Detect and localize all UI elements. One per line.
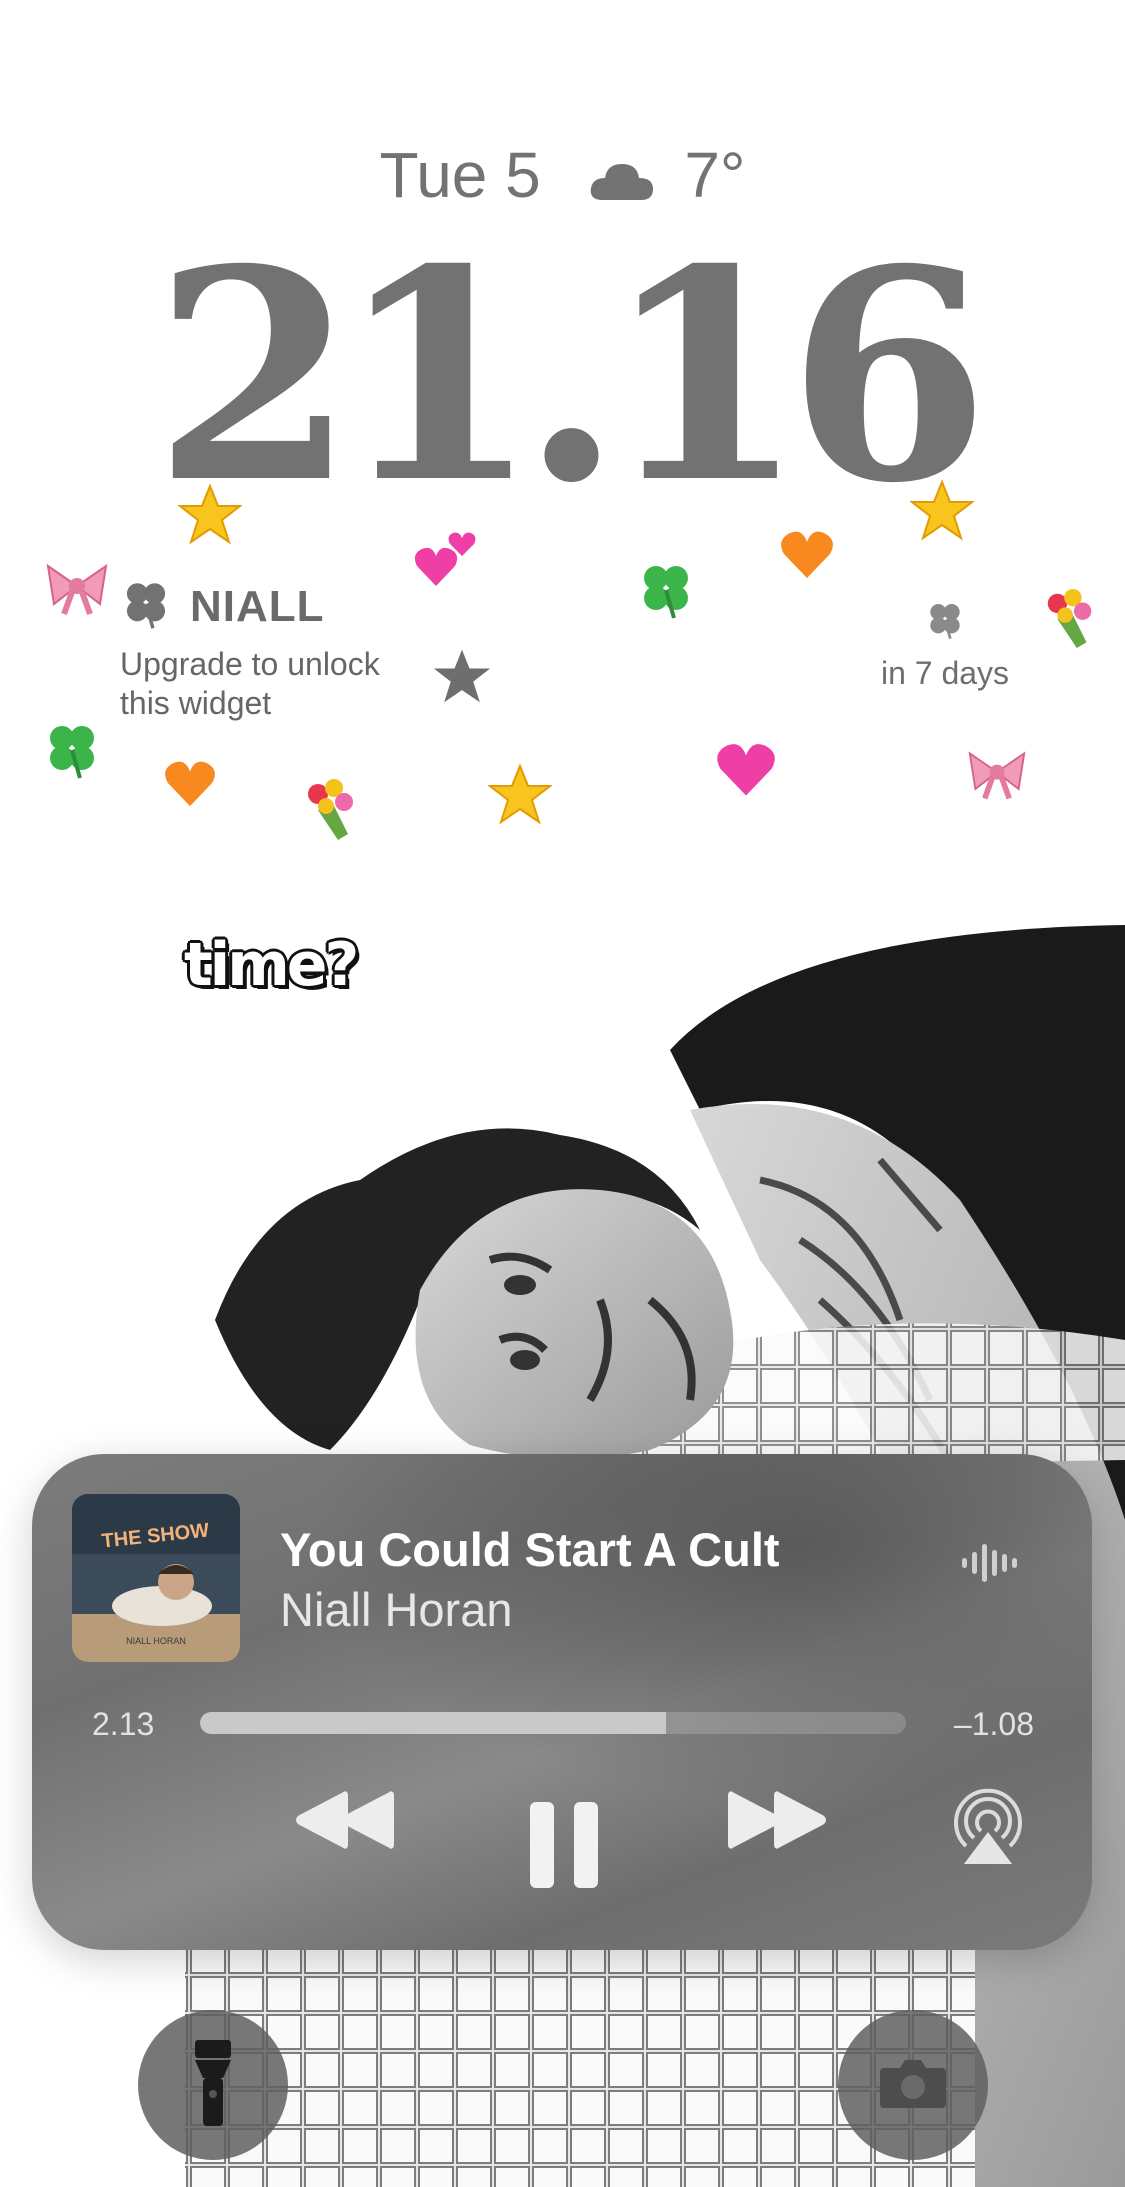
countdown-label: in 7 days [880, 655, 1010, 691]
now-playing-card[interactable]: THE SHOW NIALL HORAN You Could Start A C… [32, 1454, 1092, 1950]
bow-sticker [46, 563, 108, 616]
temperature-label: 7° [684, 139, 746, 211]
audio-waveform-icon[interactable] [960, 1540, 1026, 1591]
album-art-subtitle: NIALL HORAN [126, 1636, 186, 1646]
camera-button[interactable] [838, 2010, 988, 2160]
rewind-icon[interactable] [294, 1788, 398, 1857]
widget-message-line: this widget [120, 685, 272, 721]
clover-icon [925, 604, 965, 644]
playback-progress-fill [200, 1712, 666, 1734]
widget-title: NIALL [190, 581, 325, 631]
svg-text:NIALL HORAN: NIALL HORAN [126, 1636, 186, 1646]
track-artist[interactable]: Niall Horan [280, 1582, 512, 1637]
flashlight-button[interactable] [138, 2010, 288, 2160]
clover-icon [120, 578, 172, 635]
camera-icon [878, 2056, 948, 2115]
pause-icon[interactable] [526, 1800, 602, 1895]
bouquet-sticker [1047, 588, 1092, 649]
airplay-icon[interactable] [946, 1784, 1030, 1873]
bouquet-sticker [308, 779, 353, 840]
elapsed-time: 2.13 [92, 1706, 155, 1742]
fast-forward-icon[interactable] [724, 1788, 828, 1857]
time-sticker: time? [184, 930, 359, 1000]
star-sticker [178, 483, 242, 545]
playback-scrubber[interactable] [200, 1712, 906, 1734]
flashlight-icon [191, 2038, 235, 2133]
star-sticker [488, 763, 552, 825]
orange-heart-sticker [781, 531, 833, 578]
star-sticker [910, 479, 974, 541]
niall-widget[interactable]: NIALL Upgrade to unlock this widget [120, 578, 460, 723]
album-art[interactable]: THE SHOW NIALL HORAN [72, 1494, 240, 1662]
pink-heart-sticker [717, 744, 775, 796]
widget-message-line: Upgrade to unlock [120, 646, 380, 682]
countdown-widget[interactable]: in 7 days [850, 600, 1040, 692]
track-title[interactable]: You Could Start A Cult [280, 1522, 780, 1577]
date-weather-row: Tue 5 7° [0, 140, 1125, 215]
clover-sticker [50, 726, 94, 779]
date-label: Tue 5 [379, 139, 541, 211]
clover-sticker [644, 566, 688, 619]
orange-heart-sticker [165, 761, 215, 807]
remaining-time: –1.08 [953, 1706, 1034, 1742]
widget-upgrade-message: Upgrade to unlock this widget [120, 645, 460, 723]
bow-sticker [968, 751, 1026, 800]
cloud-icon [589, 145, 655, 215]
